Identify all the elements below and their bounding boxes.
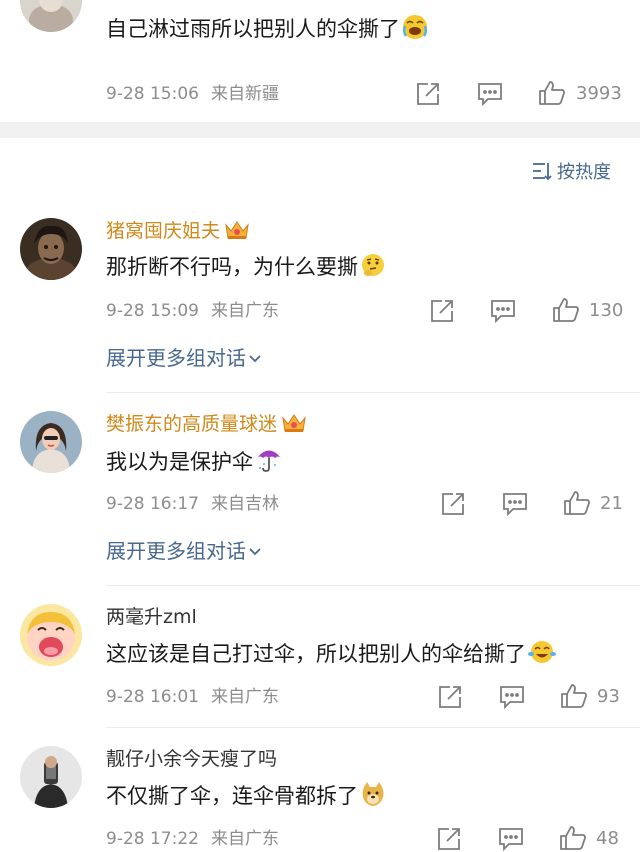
comment-time: 9-28 15:06 [106,84,199,104]
doge-emoji [360,781,386,814]
umbrella-emoji [255,445,283,480]
comment-time: 9-28 16:01 [106,687,199,707]
sort-icon [533,163,552,181]
share-icon[interactable] [415,81,441,107]
like-count: 93 [597,686,620,707]
share-icon[interactable] [436,826,462,852]
comment-text: 那折断不行吗，为什么要撕 [106,252,386,285]
like-count: 21 [600,493,623,514]
comment-icon[interactable] [499,685,525,709]
comment-meta: 9-28 16:17 来自吉林 [106,493,279,515]
like-count: 48 [596,828,619,849]
comment-meta: 9-28 15:06 来自新疆 [106,83,279,105]
username[interactable]: 樊振东的高质量球迷 [106,412,307,440]
like-icon[interactable] [538,80,566,106]
expand-replies-link[interactable]: 展开更多组对话 [106,345,262,371]
comment-source: 来自新疆 [210,84,279,104]
avatar[interactable] [20,0,82,32]
like-icon[interactable] [552,297,580,323]
comment-source: 来自吉林 [210,494,279,514]
avatar[interactable] [20,604,82,666]
comment-text: 自己淋过雨所以把别人的伞撕了 [106,14,428,47]
avatar[interactable] [20,411,82,473]
comment-source: 来自广东 [210,301,279,321]
like-count: 130 [589,300,624,321]
vip-crown-icon [224,219,250,247]
divider [106,727,640,728]
comment-meta: 9-28 15:09 来自广东 [106,300,279,322]
comment-icon[interactable] [502,492,528,516]
comment-text: 不仅撕了伞，连伞骨都拆了 [106,781,386,814]
username[interactable]: 两毫升zml [106,605,197,629]
comment-source: 来自广东 [210,829,279,849]
username[interactable]: 猪窝囤庆姐夫 [106,219,250,247]
expand-replies-link[interactable]: 展开更多组对话 [106,538,262,564]
share-icon[interactable] [429,298,455,324]
comment-time: 9-28 15:09 [106,301,199,321]
like-icon[interactable] [559,825,587,851]
like-icon[interactable] [563,490,591,516]
comment-text: 这应该是自己打过伞，所以把别人的伞给撕了 [106,639,556,672]
share-icon[interactable] [440,491,466,517]
vip-crown-icon [281,412,307,440]
sort-button[interactable]: 按热度 [531,161,611,185]
comment-icon[interactable] [477,82,503,106]
avatar[interactable] [20,218,82,280]
chevron-down-icon [249,355,261,363]
avatar[interactable] [20,746,82,808]
divider [106,392,640,393]
comment-source: 来自广东 [210,687,279,707]
laughing-tears-emoji [528,639,556,672]
like-icon[interactable] [560,683,588,709]
comment-meta: 9-28 16:01 来自广东 [106,686,279,708]
comment-text: 我以为是保护伞 [106,445,283,480]
sort-label: 按热度 [557,162,611,183]
section-divider [0,122,640,138]
crying-laughing-emoji [402,14,428,47]
chevron-down-icon [249,548,261,556]
like-count: 3993 [576,83,622,104]
comment-time: 9-28 16:17 [106,494,199,514]
comment-meta: 9-28 17:22 来自广东 [106,828,279,850]
divider [106,585,640,586]
share-icon[interactable] [437,684,463,710]
comment-icon[interactable] [490,299,516,323]
username[interactable]: 靓仔小余今天瘦了吗 [106,747,277,771]
comment-time: 9-28 17:22 [106,829,199,849]
thinking-emoji [360,252,386,285]
comment-icon[interactable] [498,827,524,851]
